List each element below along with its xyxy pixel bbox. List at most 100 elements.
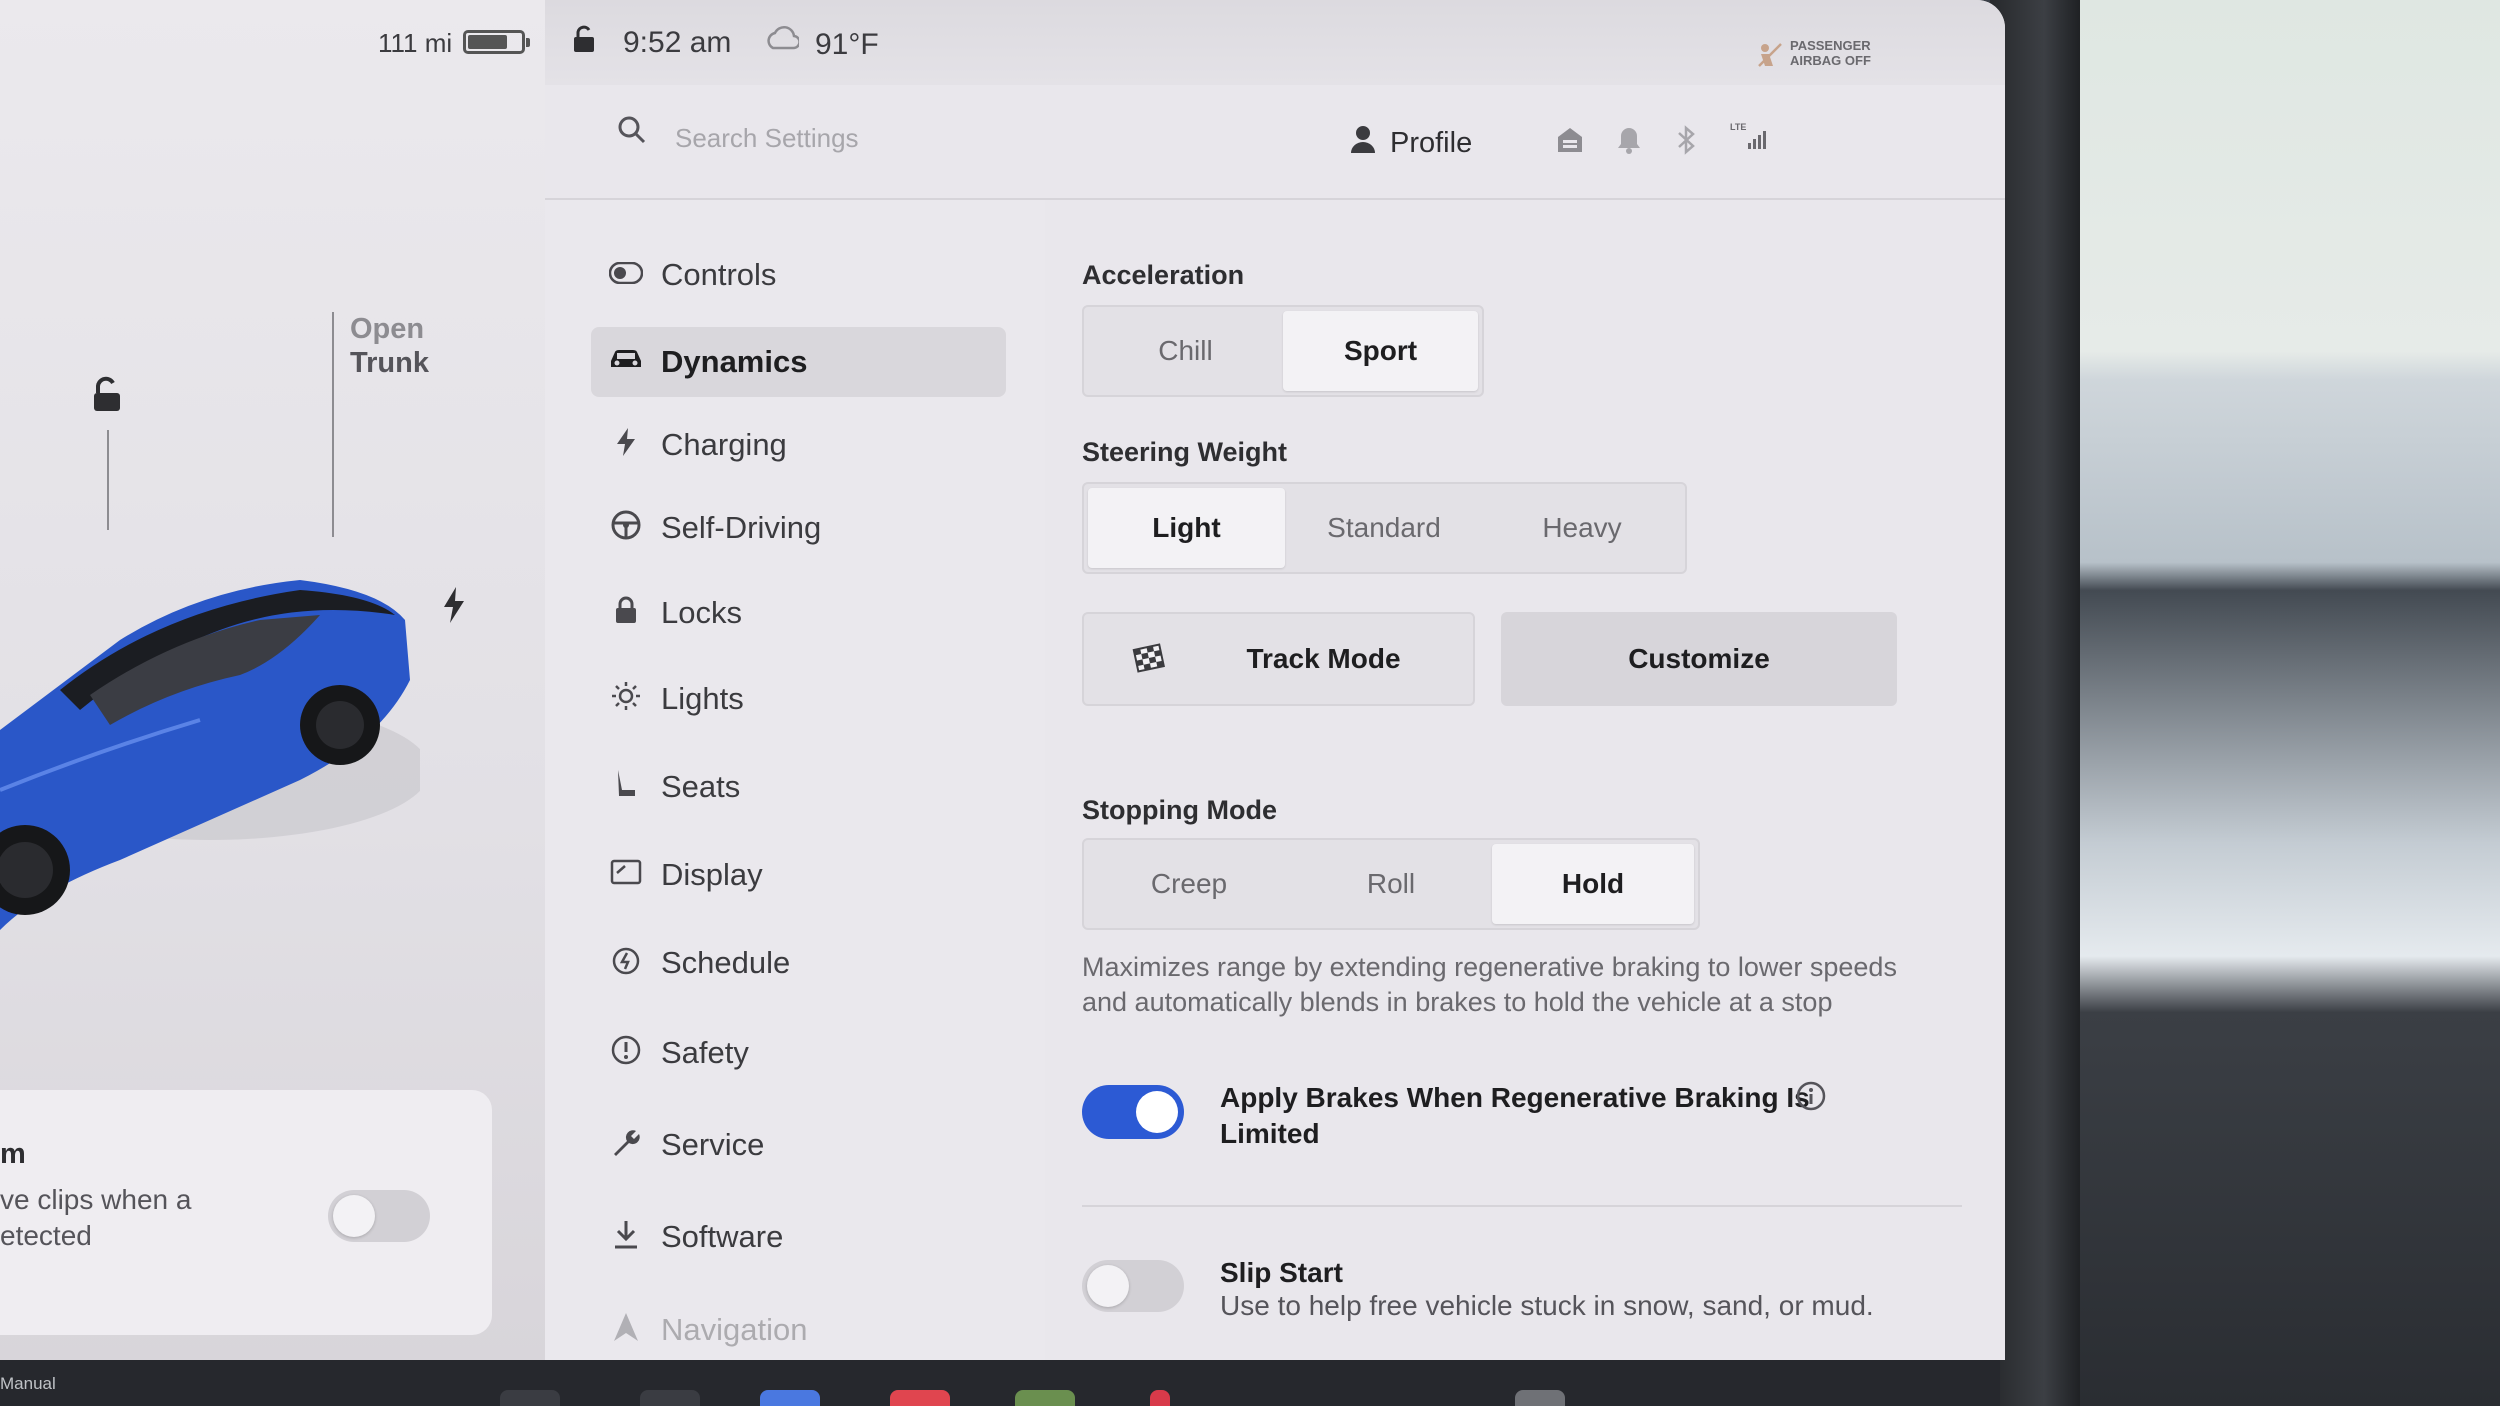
track-mode-button[interactable]: Track Mode: [1082, 612, 1475, 706]
sidebar-item-seats[interactable]: Seats: [591, 752, 1006, 822]
toggle-knob: [333, 1195, 375, 1237]
sidebar-item-service[interactable]: Service: [591, 1110, 1006, 1180]
sidebar-item-label: Lights: [661, 681, 744, 716]
passenger-airbag-status: PASSENGER AIRBAG OFF: [1790, 38, 1871, 68]
sidebar-item-schedule[interactable]: Schedule: [591, 928, 1006, 998]
sidebar-item-dynamics[interactable]: Dynamics: [591, 327, 1006, 397]
sidebar-item-label: Navigation: [661, 1312, 808, 1347]
acceleration-title: Acceleration: [1082, 260, 1245, 290]
sentry-toggle[interactable]: [328, 1190, 430, 1242]
checkered-flag-icon: [1084, 642, 1214, 676]
steering-option-standard[interactable]: Standard: [1285, 488, 1483, 568]
apply-brakes-label-line1: Apply Brakes When Regenerative Braking I…: [1220, 1082, 1810, 1113]
sidebar-item-label: Charging: [661, 427, 787, 462]
customize-button[interactable]: Customize: [1501, 612, 1897, 706]
stopping-mode-description: Maximizes range by extending regenerativ…: [1082, 952, 1897, 1017]
stopping-mode-selector: Creep Roll Hold: [1082, 838, 1700, 930]
alert-icon: [591, 1034, 661, 1073]
settings-header: Profile LTE: [545, 85, 2005, 200]
clock-icon: [591, 944, 661, 983]
sidebar-item-label: Display: [661, 857, 763, 892]
open-trunk-line2: Trunk: [350, 347, 429, 379]
stopping-option-roll[interactable]: Roll: [1290, 844, 1492, 924]
bell-icon[interactable]: [1615, 125, 1643, 160]
sidebar-item-label: Seats: [661, 769, 741, 804]
bluetooth-icon[interactable]: [1675, 125, 1697, 160]
stopping-option-hold[interactable]: Hold: [1492, 844, 1694, 924]
sentry-description: ve clips when a etected: [0, 1184, 192, 1251]
sidebar-item-locks[interactable]: Locks: [591, 578, 1006, 648]
sidebar-item-self-driving[interactable]: Self-Driving: [591, 493, 1006, 563]
taskbar-app-icon[interactable]: [1150, 1390, 1170, 1406]
slip-start-toggle[interactable]: [1082, 1260, 1184, 1312]
airbag-line1: PASSENGER: [1790, 38, 1871, 53]
sentry-mode-card: m ve clips when a etected: [0, 1090, 492, 1335]
outside-temperature: 91°F: [815, 28, 879, 61]
car-icon: [591, 346, 661, 378]
acceleration-option-sport[interactable]: Sport: [1283, 311, 1478, 391]
seat-icon: [591, 768, 661, 807]
taskbar-app-icon[interactable]: [640, 1390, 700, 1406]
sidebar-item-lights[interactable]: Lights: [591, 664, 1006, 734]
volume-icon[interactable]: [1515, 1390, 1565, 1406]
toggle-icon: [591, 259, 661, 291]
unlock-icon[interactable]: [88, 375, 128, 424]
toggle-knob: [1087, 1265, 1129, 1307]
taskbar-app-icon[interactable]: [1015, 1390, 1075, 1406]
profile-label: Profile: [1390, 126, 1473, 159]
steering-option-light[interactable]: Light: [1088, 488, 1285, 568]
lte-signal-icon: LTE: [1730, 121, 1770, 158]
navigation-icon: [591, 1311, 661, 1350]
vehicle-panel: 111 mi Open Trunk m ve clips when a etec…: [0, 0, 545, 1360]
profile-button[interactable]: Profile: [1350, 125, 1472, 161]
apply-brakes-label: Apply Brakes When Regenerative Braking I…: [1220, 1080, 1810, 1152]
svg-text:LTE: LTE: [1730, 122, 1746, 132]
wrench-icon: [591, 1126, 661, 1165]
lock-icon: [591, 595, 661, 632]
toggle-knob: [1136, 1091, 1178, 1133]
sidebar-item-label: Locks: [661, 595, 742, 630]
calendar-app-icon[interactable]: [890, 1390, 950, 1406]
steering-weight-title: Steering Weight: [1082, 437, 1288, 467]
battery-icon: [463, 30, 530, 54]
vehicle-image: [0, 580, 420, 930]
sidebar-item-label: Safety: [661, 1035, 749, 1070]
trunk-pointer-line: [332, 312, 334, 537]
apply-brakes-toggle[interactable]: [1082, 1085, 1184, 1139]
acceleration-option-chill[interactable]: Chill: [1088, 311, 1283, 391]
settings-sidebar: Controls Dynamics Charging Self-Driving …: [545, 200, 1045, 1360]
garage-icon[interactable]: [1555, 125, 1585, 160]
stopping-mode-title: Stopping Mode: [1082, 795, 1277, 825]
sidebar-item-label: Software: [661, 1219, 784, 1254]
bolt-icon: [591, 427, 661, 464]
open-trunk-button[interactable]: Open Trunk: [350, 312, 429, 380]
sidebar-item-label: Controls: [661, 257, 777, 292]
sidebar-item-controls[interactable]: Controls: [591, 240, 1006, 310]
open-trunk-line1: Open: [350, 313, 425, 345]
taskbar-label: Manual: [0, 1374, 56, 1393]
airbag-off-icon: [1755, 40, 1785, 77]
weather-icon: [765, 24, 801, 62]
steering-wheel-icon: [591, 509, 661, 548]
sidebar-item-label: Dynamics: [661, 344, 808, 379]
charge-port-bolt-icon[interactable]: [440, 585, 468, 634]
unlock-status-icon[interactable]: [570, 24, 598, 62]
taskbar-app-icon[interactable]: [760, 1390, 820, 1406]
steering-option-heavy[interactable]: Heavy: [1483, 488, 1681, 568]
info-icon[interactable]: [1795, 1080, 1827, 1117]
sidebar-item-navigation[interactable]: Navigation: [591, 1295, 1006, 1360]
taskbar: Manual: [0, 1360, 2000, 1406]
acceleration-selector: Chill Sport: [1082, 305, 1484, 397]
battery-fill: [468, 35, 507, 49]
sidebar-item-software[interactable]: Software: [591, 1202, 1006, 1272]
search-input[interactable]: [675, 118, 1075, 158]
stopping-option-creep[interactable]: Creep: [1088, 844, 1290, 924]
sidebar-item-charging[interactable]: Charging: [591, 410, 1006, 480]
slip-start-description: Use to help free vehicle stuck in snow, …: [1220, 1290, 1874, 1321]
airbag-line2: AIRBAG OFF: [1790, 53, 1871, 68]
sidebar-item-safety[interactable]: Safety: [591, 1018, 1006, 1088]
dynamics-settings-panel: Acceleration Chill Sport Steering Weight…: [1045, 200, 2005, 1360]
sidebar-item-display[interactable]: Display: [591, 840, 1006, 910]
taskbar-app-icon[interactable]: [500, 1390, 560, 1406]
clock: 9:52 am: [623, 26, 732, 59]
